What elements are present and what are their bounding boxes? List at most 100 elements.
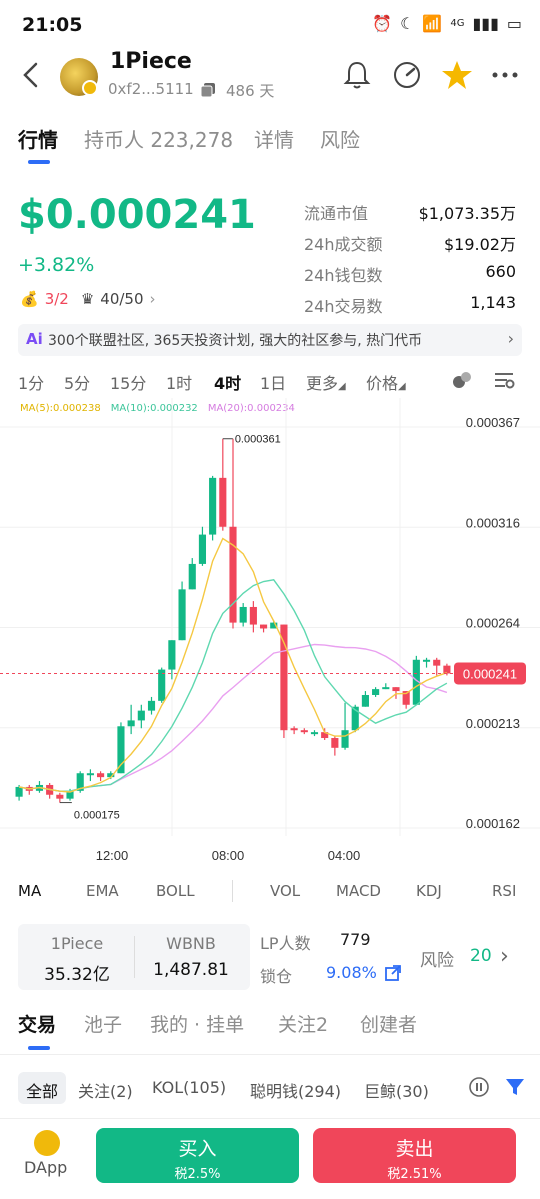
- wifi-icon: 📶: [422, 14, 443, 33]
- timeframe-1d[interactable]: 1日: [260, 370, 286, 394]
- pool-card[interactable]: 1Piece 35.32亿 WBNB 1,487.81: [18, 924, 250, 990]
- candle-body: [178, 589, 186, 641]
- dropdown-icon: ◢: [338, 381, 346, 392]
- candle-body: [198, 534, 207, 564]
- chevron-right-icon[interactable]: ›: [500, 944, 509, 969]
- battery-icon: ▭: [506, 14, 522, 33]
- tab-trades[interactable]: 交易: [18, 1010, 56, 1037]
- y-tick-label: 0.000316: [466, 515, 520, 530]
- lock-value[interactable]: 9.08%: [326, 963, 377, 982]
- copy-icon[interactable]: [200, 82, 216, 98]
- candle-body: [249, 606, 257, 625]
- more-icon[interactable]: [488, 58, 522, 92]
- alarm-icon: ⏰: [372, 14, 393, 33]
- status-bar: 21:05 ⏰ ☾ 📶 4G ▮▮▮ ▭: [0, 0, 540, 50]
- candle-body: [137, 710, 145, 721]
- dropdown-icon: ◢: [398, 381, 406, 392]
- ai-banner-text: 300个联盟社区, 365天投资计划, 强大的社区参与, 热门代币: [48, 333, 423, 349]
- timeframe-15m[interactable]: 15分: [110, 370, 146, 394]
- buy-button[interactable]: 买入 税2.5%: [96, 1128, 299, 1183]
- stat-label-trades: 24h交易数: [304, 297, 383, 316]
- filter-smart-money[interactable]: 聪明钱(294): [242, 1072, 349, 1104]
- sell-tax: 税2.51%: [387, 1167, 442, 1182]
- candle-body: [229, 526, 237, 623]
- tab-my-orders[interactable]: 我的 · 挂单: [150, 1010, 244, 1037]
- tab-pools[interactable]: 池子: [84, 1010, 122, 1037]
- stat-label-mcap: 流通市值: [304, 204, 369, 223]
- timeframe-1h[interactable]: 1时: [166, 370, 192, 394]
- stat-value-mcap: $1,073.35万: [418, 204, 516, 223]
- tab-following[interactable]: 关注2: [278, 1010, 328, 1037]
- indicator-rsi[interactable]: RSI: [492, 882, 516, 900]
- ma20-line: [18, 643, 448, 792]
- tab-market[interactable]: 行情: [18, 124, 58, 153]
- indicator-vol[interactable]: VOL: [270, 882, 300, 900]
- x-tick-label: 12:00: [96, 848, 129, 863]
- dapp-label[interactable]: DApp: [24, 1158, 67, 1177]
- candle-body: [372, 689, 380, 695]
- candle-body: [433, 659, 441, 666]
- moon-icon: ☾: [400, 14, 415, 33]
- filter-all[interactable]: 全部: [18, 1072, 67, 1104]
- chart-settings-icon[interactable]: [492, 368, 516, 392]
- ai-banner[interactable]: Ai 300个联盟社区, 365天投资计划, 强大的社区参与, 热门代币 ›: [18, 324, 522, 356]
- candle-body: [219, 477, 227, 527]
- x-tick-label: 04:00: [328, 848, 361, 863]
- candle-body: [239, 606, 247, 623]
- tab-risk[interactable]: 风险: [320, 124, 360, 153]
- back-button[interactable]: [16, 58, 46, 92]
- risk-score[interactable]: 20: [470, 946, 492, 966]
- y-tick-label: 0.000264: [466, 616, 520, 631]
- tab-creator[interactable]: 创建者: [360, 1010, 417, 1037]
- timeframe-4h[interactable]: 4时: [214, 370, 241, 394]
- high-label: 0.000361: [235, 434, 281, 446]
- token-name: 1Piece: [110, 49, 192, 74]
- filter-following[interactable]: 关注(2): [70, 1072, 141, 1104]
- chart-canvas[interactable]: 0.000367 0.000316 0.000264 0.000213 0.000162…: [0, 398, 540, 878]
- chevron-right-icon: ›: [507, 329, 514, 348]
- candle-body: [341, 730, 349, 748]
- indicator-boll[interactable]: BOLL: [156, 882, 195, 900]
- dapp-icon[interactable]: [34, 1130, 60, 1156]
- risk-label[interactable]: 风险: [420, 946, 454, 971]
- star-icon[interactable]: [440, 58, 474, 92]
- stat-label-wallets: 24h钱包数: [304, 266, 383, 285]
- stat-value-trades: 1,143: [470, 293, 516, 312]
- y-tick-label: 0.000162: [466, 816, 520, 831]
- candle-body: [188, 563, 196, 590]
- filter-kol[interactable]: KOL(105): [144, 1072, 234, 1104]
- token-address[interactable]: 0xf2...5111: [108, 80, 194, 98]
- current-price-tag-label: 0.000241: [463, 666, 517, 681]
- moneybag-icon: 💰: [20, 290, 39, 308]
- filter-icon[interactable]: [504, 1076, 526, 1098]
- price-type-select[interactable]: 价格◢: [366, 370, 406, 394]
- chevron-left-icon: [23, 62, 38, 88]
- candle-body: [310, 732, 319, 735]
- external-link-icon[interactable]: [384, 964, 402, 982]
- indicator-ma[interactable]: MA: [18, 882, 41, 900]
- sell-button[interactable]: 卖出 税2.51%: [313, 1128, 516, 1183]
- tab-holders[interactable]: 持币人 223,278: [84, 124, 233, 153]
- chain-badge-icon: [82, 80, 98, 96]
- candle-body: [168, 640, 176, 670]
- indicator-macd[interactable]: MACD: [336, 882, 381, 900]
- speedometer-icon[interactable]: [390, 58, 424, 92]
- candle-body: [209, 477, 217, 535]
- timeframe-more[interactable]: 更多◢: [306, 370, 346, 394]
- timeframe-1m[interactable]: 1分: [18, 370, 44, 394]
- chart-style-icon[interactable]: [450, 368, 474, 392]
- filter-whales[interactable]: 巨鲸(30): [356, 1072, 437, 1104]
- candle-body: [392, 687, 400, 692]
- timeframe-5m[interactable]: 5分: [64, 370, 90, 394]
- candle-body: [331, 738, 339, 748]
- candle-body: [117, 726, 125, 774]
- candlestick-chart[interactable]: 0.000367 0.000316 0.000264 0.000213 0.000162…: [0, 398, 540, 878]
- bell-icon[interactable]: [340, 58, 374, 92]
- timeframe-more-label: 更多: [306, 374, 339, 393]
- pause-icon[interactable]: [468, 1076, 490, 1098]
- signal-icon: ▮▮▮: [472, 14, 499, 33]
- bottom-tab-indicator: [28, 1046, 50, 1050]
- indicator-kdj[interactable]: KDJ: [416, 882, 442, 900]
- tab-details[interactable]: 详情: [254, 124, 294, 153]
- indicator-ema[interactable]: EMA: [86, 882, 119, 900]
